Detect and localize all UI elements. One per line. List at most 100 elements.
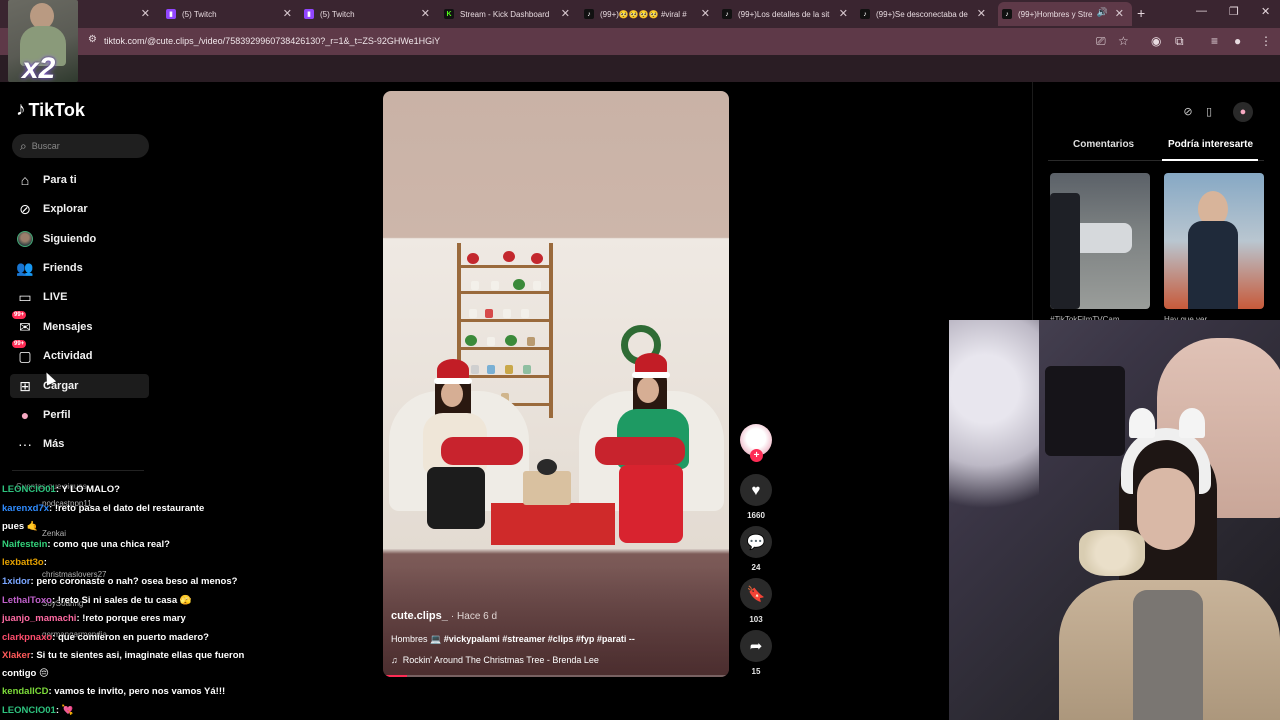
- search-icon: ⌕: [20, 138, 27, 153]
- chat-text: : !reto pasa el dato del restaurante: [49, 503, 205, 514]
- search-input[interactable]: [31, 141, 132, 151]
- browser-tab[interactable]: ▮ (5) Twitch ✕: [166, 2, 300, 26]
- creator-avatar[interactable]: +: [740, 424, 772, 462]
- new-tab-icon[interactable]: +: [1137, 5, 1145, 21]
- close-tab-icon[interactable]: ✕: [421, 7, 430, 20]
- browser-menu-icon[interactable]: ⋮: [1260, 34, 1272, 48]
- pillow: [595, 437, 685, 465]
- chat-username[interactable]: LEONCIO01: [2, 484, 56, 495]
- home-icon: ⌂: [20, 172, 30, 188]
- close-tab-icon[interactable]: ✕: [561, 7, 570, 20]
- save-button[interactable]: 🔖: [740, 578, 772, 610]
- browser-tab[interactable]: ♪ (99+)🥺🥺🥺🥺 #viral # ✕: [584, 2, 718, 26]
- recommended-video-thumbnail[interactable]: [1164, 173, 1264, 309]
- share-count: 15: [751, 667, 761, 676]
- messages-icon: ✉ 99+: [12, 311, 31, 335]
- close-tab-icon[interactable]: ✕: [701, 7, 710, 20]
- active-tab-indicator: [1162, 159, 1258, 161]
- browser-tab[interactable]: ♪ (99+)Se desconectaba de ✕: [860, 2, 994, 26]
- browser-tab[interactable]: ♪ (99+)Los detalles de la sit ✕: [722, 2, 856, 26]
- tab-title: (99+)Se desconectaba de: [876, 9, 968, 19]
- chat-username[interactable]: clarkpnaxo: [2, 632, 52, 643]
- nav-item-para-ti[interactable]: ⌂ Para ti: [10, 168, 149, 192]
- chat-text: : !reto porque eres mary: [76, 613, 186, 624]
- like-button[interactable]: ♥: [740, 474, 772, 506]
- profile-avatar-icon[interactable]: ●: [1234, 34, 1241, 48]
- nav-item-actividad[interactable]: ▢ 99+ Actividad: [10, 340, 149, 368]
- install-app-icon[interactable]: ⎚: [1096, 34, 1106, 49]
- tiktok-logo[interactable]: ♪ TikTok: [16, 99, 85, 121]
- comment-button[interactable]: 💬: [740, 526, 772, 558]
- chat-username[interactable]: juanjo_mamachi: [2, 613, 76, 624]
- nav-item-explorar[interactable]: ⊘ Explorar: [10, 197, 149, 221]
- close-tab-icon[interactable]: ✕: [977, 7, 986, 20]
- browser-tab-active[interactable]: ♪ (99+)Hombres y Stre 🔊 ✕: [998, 2, 1132, 26]
- close-tab-icon[interactable]: ✕: [1115, 7, 1124, 20]
- nav-item-live[interactable]: ▭ LIVE: [10, 285, 149, 309]
- twitch-icon: ▮: [166, 9, 176, 19]
- compass-icon[interactable]: ⊘: [1180, 104, 1196, 120]
- chat-username[interactable]: Naifestein: [2, 539, 47, 550]
- share-button[interactable]: ➦: [740, 630, 772, 662]
- browser-tab[interactable]: ▮ (5) Twitch ✕: [304, 2, 438, 26]
- nav-item-friends[interactable]: 👥 Friends: [10, 256, 149, 280]
- close-tab-icon[interactable]: ✕: [839, 7, 848, 20]
- video-music[interactable]: ♫ Rockin' Around The Christmas Tree - Br…: [391, 655, 599, 665]
- extensions-puzzle-icon[interactable]: ⧉: [1175, 34, 1184, 49]
- minimize-icon[interactable]: —: [1196, 5, 1207, 17]
- site-info-icon[interactable]: ⚙: [88, 34, 97, 45]
- chat-text: pues 🤙: [2, 521, 39, 532]
- extension-icon[interactable]: ◉: [1151, 34, 1161, 48]
- chat-username[interactable]: LEONCIO01: [2, 705, 56, 716]
- panel-divider: [1032, 82, 1033, 320]
- speaker-icon[interactable]: 🔊: [1097, 7, 1108, 18]
- nav-item-siguiendo[interactable]: Siguiendo: [10, 227, 149, 251]
- tiktok-icon: ♪: [722, 9, 732, 19]
- chat-text: : vamos te invito, pero nos vamos Yá!!!: [48, 686, 226, 697]
- profile-avatar-icon[interactable]: ●: [1233, 102, 1253, 122]
- tab-podria-interesarte[interactable]: Podría interesarte: [1168, 139, 1253, 150]
- recommended-video-thumbnail[interactable]: [1050, 173, 1150, 309]
- chat-username[interactable]: 1xidor: [2, 576, 31, 587]
- address-bar[interactable]: tiktok.com/@cute.clips_/video/7583929960…: [104, 36, 440, 46]
- nav-item-cargar[interactable]: ⊞ Cargar: [10, 374, 149, 398]
- maximize-icon[interactable]: ❐: [1229, 5, 1239, 18]
- chat-message: juanjo_mamachi: !reto porque eres mary: [2, 613, 186, 624]
- nav-item-mensajes[interactable]: ✉ 99+ Mensajes: [10, 311, 149, 339]
- chat-text: contigo 😔: [2, 668, 49, 679]
- search-box[interactable]: ⌕: [12, 134, 149, 158]
- chat-username[interactable]: lexbatt3o: [2, 557, 44, 568]
- browser-tab[interactable]: ✕: [80, 2, 158, 26]
- chat-username[interactable]: kendallCD: [2, 686, 48, 697]
- bookmark-star-icon[interactable]: ☆: [1118, 34, 1129, 48]
- bookmark-icon: 🔖: [746, 586, 766, 603]
- tiktok-icon: ♪: [584, 9, 594, 19]
- nav-item-mas[interactable]: ··· Más: [10, 432, 149, 456]
- phone-icon[interactable]: ▯: [1201, 104, 1217, 120]
- tiktok-icon: ♪: [1002, 9, 1012, 19]
- sidebar-divider: [12, 470, 144, 471]
- kick-icon: K: [444, 9, 454, 19]
- comment-icon: 💬: [746, 534, 766, 551]
- browser-tab[interactable]: K Stream - Kick Dashboard ✕: [444, 2, 578, 26]
- video-player[interactable]: cute.clips_ · Hace 6 d Hombres 💻 #vickyp…: [383, 91, 729, 677]
- following-account[interactable]: Zenkai: [42, 529, 66, 538]
- video-author[interactable]: cute.clips_ · Hace 6 d: [391, 610, 497, 622]
- comment-count: 24: [751, 563, 761, 572]
- video-progress-bar[interactable]: [383, 675, 729, 677]
- follow-plus-icon[interactable]: +: [750, 449, 763, 462]
- tab-comentarios[interactable]: Comentarios: [1073, 139, 1134, 150]
- video-hashtags[interactable]: #vickypalami #streamer #clips #fyp #para…: [444, 634, 635, 644]
- multiplier-overlay: x2: [22, 52, 56, 85]
- nav-item-perfil[interactable]: ● Perfil: [10, 403, 149, 427]
- chat-username[interactable]: Xlaker: [2, 650, 31, 661]
- chat-username[interactable]: LethalToxo: [2, 595, 52, 606]
- tiktok-logo-icon: ♪: [16, 99, 26, 120]
- tiktok-icon: ♪: [860, 9, 870, 19]
- chat-username[interactable]: karenxd7x: [2, 503, 49, 514]
- chat-text: :: [43, 557, 47, 568]
- close-tab-icon[interactable]: ✕: [283, 7, 292, 20]
- media-control-icon[interactable]: ≡: [1211, 34, 1218, 48]
- close-tab-icon[interactable]: ✕: [141, 7, 150, 20]
- close-window-icon[interactable]: ✕: [1261, 5, 1270, 18]
